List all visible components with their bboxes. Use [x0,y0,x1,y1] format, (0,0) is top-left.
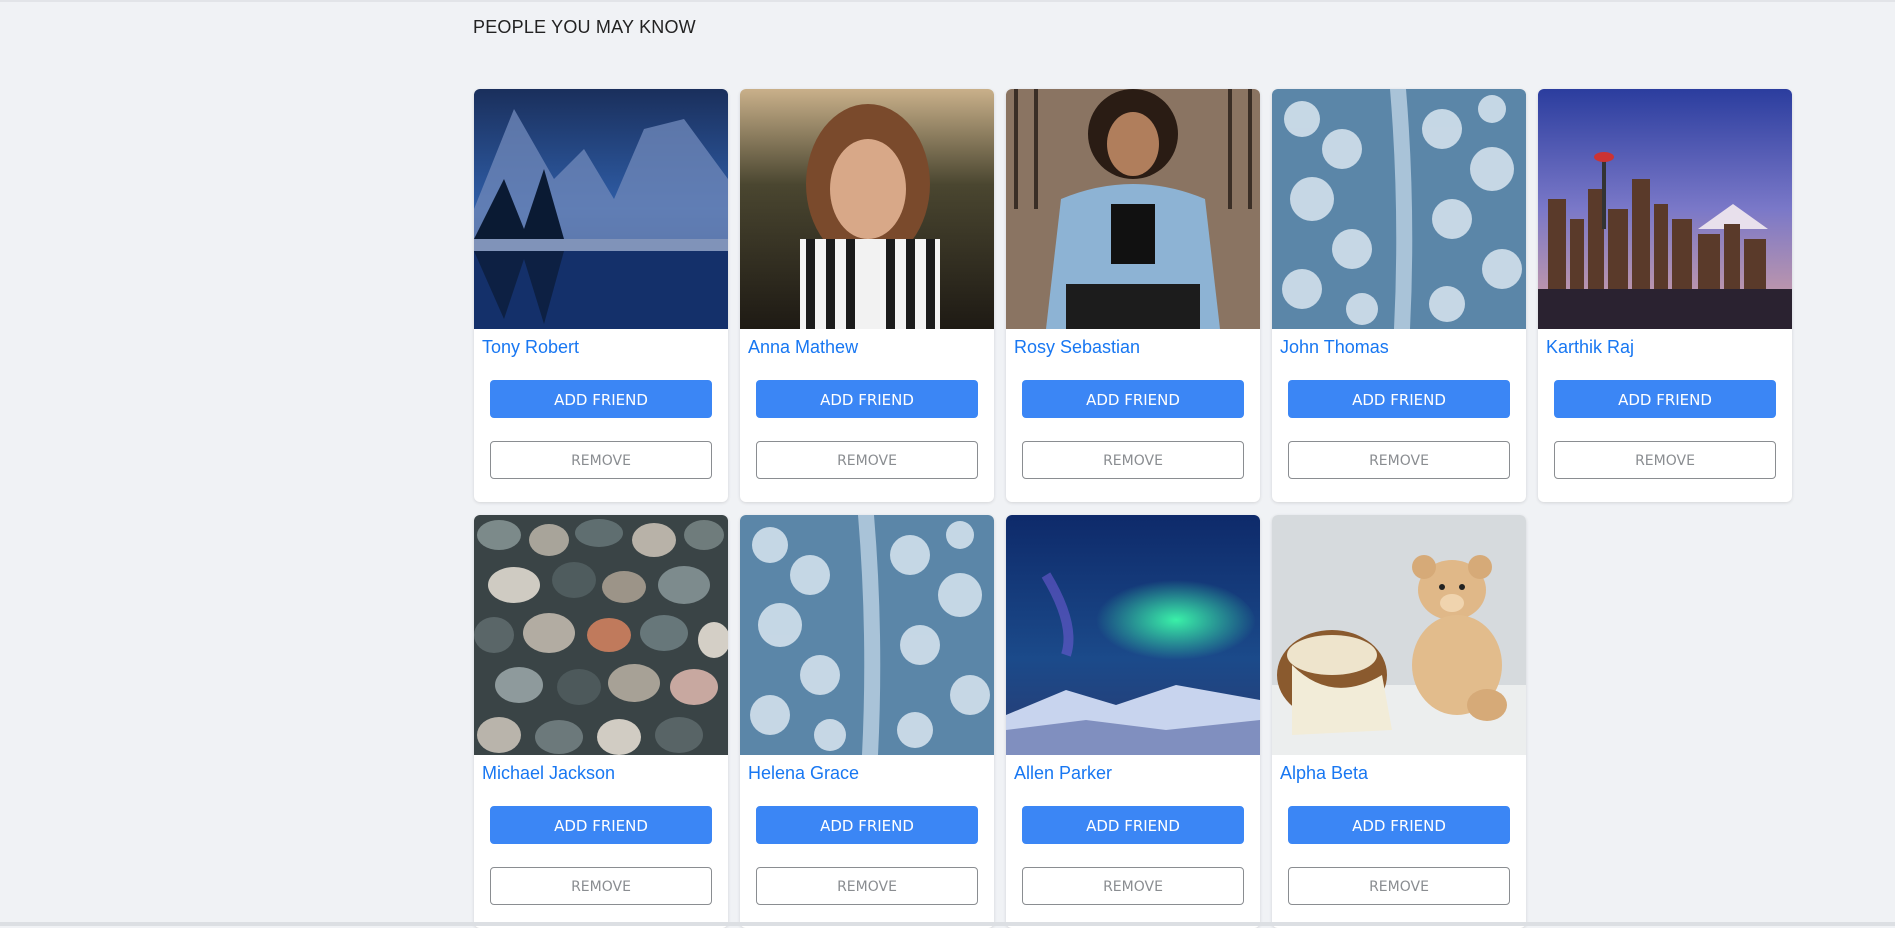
remove-button[interactable]: REMOVE [1554,441,1776,479]
person-card: John Thomas ADD FRIEND REMOVE [1272,89,1526,502]
add-friend-button[interactable]: ADD FRIEND [1022,806,1244,844]
add-friend-button[interactable]: ADD FRIEND [1288,806,1510,844]
woman-striped-shirt-photo[interactable] [740,89,994,329]
person-card: Anna Mathew ADD FRIEND REMOVE [740,89,994,502]
person-name-link[interactable]: John Thomas [1280,337,1526,358]
woman-denim-jacket-laptop-photo[interactable] [1006,89,1260,329]
person-name-link[interactable]: Tony Robert [482,337,728,358]
pebbles-photo[interactable] [474,515,728,755]
remove-button[interactable]: REMOVE [490,867,712,905]
snowy-forest-aerial-photo[interactable] [740,515,994,755]
remove-button[interactable]: REMOVE [1288,867,1510,905]
person-name-link[interactable]: Karthik Raj [1546,337,1792,358]
city-skyline-photo[interactable] [1538,89,1792,329]
remove-button[interactable]: REMOVE [756,867,978,905]
teddy-bear-basket-photo[interactable] [1272,515,1526,755]
add-friend-button[interactable]: ADD FRIEND [756,806,978,844]
person-name-link[interactable]: Anna Mathew [748,337,994,358]
person-name-link[interactable]: Allen Parker [1014,763,1260,784]
add-friend-button[interactable]: ADD FRIEND [490,380,712,418]
add-friend-button[interactable]: ADD FRIEND [1022,380,1244,418]
person-card: Michael Jackson ADD FRIEND REMOVE [474,515,728,928]
person-card: Tony Robert ADD FRIEND REMOVE [474,89,728,502]
add-friend-button[interactable]: ADD FRIEND [1288,380,1510,418]
people-grid: Tony Robert ADD FRIEND REMOVE Anna Mathe… [474,89,1792,928]
add-friend-button[interactable]: ADD FRIEND [1554,380,1776,418]
northern-lights-photo[interactable] [1006,515,1260,755]
snowy-forest-aerial-photo[interactable] [1272,89,1526,329]
person-name-link[interactable]: Helena Grace [748,763,994,784]
person-name-link[interactable]: Rosy Sebastian [1014,337,1260,358]
add-friend-button[interactable]: ADD FRIEND [756,380,978,418]
add-friend-button[interactable]: ADD FRIEND [490,806,712,844]
remove-button[interactable]: REMOVE [490,441,712,479]
snowy-mountain-lake-photo[interactable] [474,89,728,329]
person-card: Rosy Sebastian ADD FRIEND REMOVE [1006,89,1260,502]
person-card: Karthik Raj ADD FRIEND REMOVE [1538,89,1792,502]
person-card: Alpha Beta ADD FRIEND REMOVE [1272,515,1526,928]
person-name-link[interactable]: Alpha Beta [1280,763,1526,784]
person-card: Allen Parker ADD FRIEND REMOVE [1006,515,1260,928]
person-card: Helena Grace ADD FRIEND REMOVE [740,515,994,928]
section-title: PEOPLE YOU MAY KNOW [473,17,696,37]
remove-button[interactable]: REMOVE [756,441,978,479]
top-divider [0,0,1895,2]
horizontal-scrollbar[interactable] [0,922,1895,926]
remove-button[interactable]: REMOVE [1022,441,1244,479]
remove-button[interactable]: REMOVE [1288,441,1510,479]
person-name-link[interactable]: Michael Jackson [482,763,728,784]
remove-button[interactable]: REMOVE [1022,867,1244,905]
